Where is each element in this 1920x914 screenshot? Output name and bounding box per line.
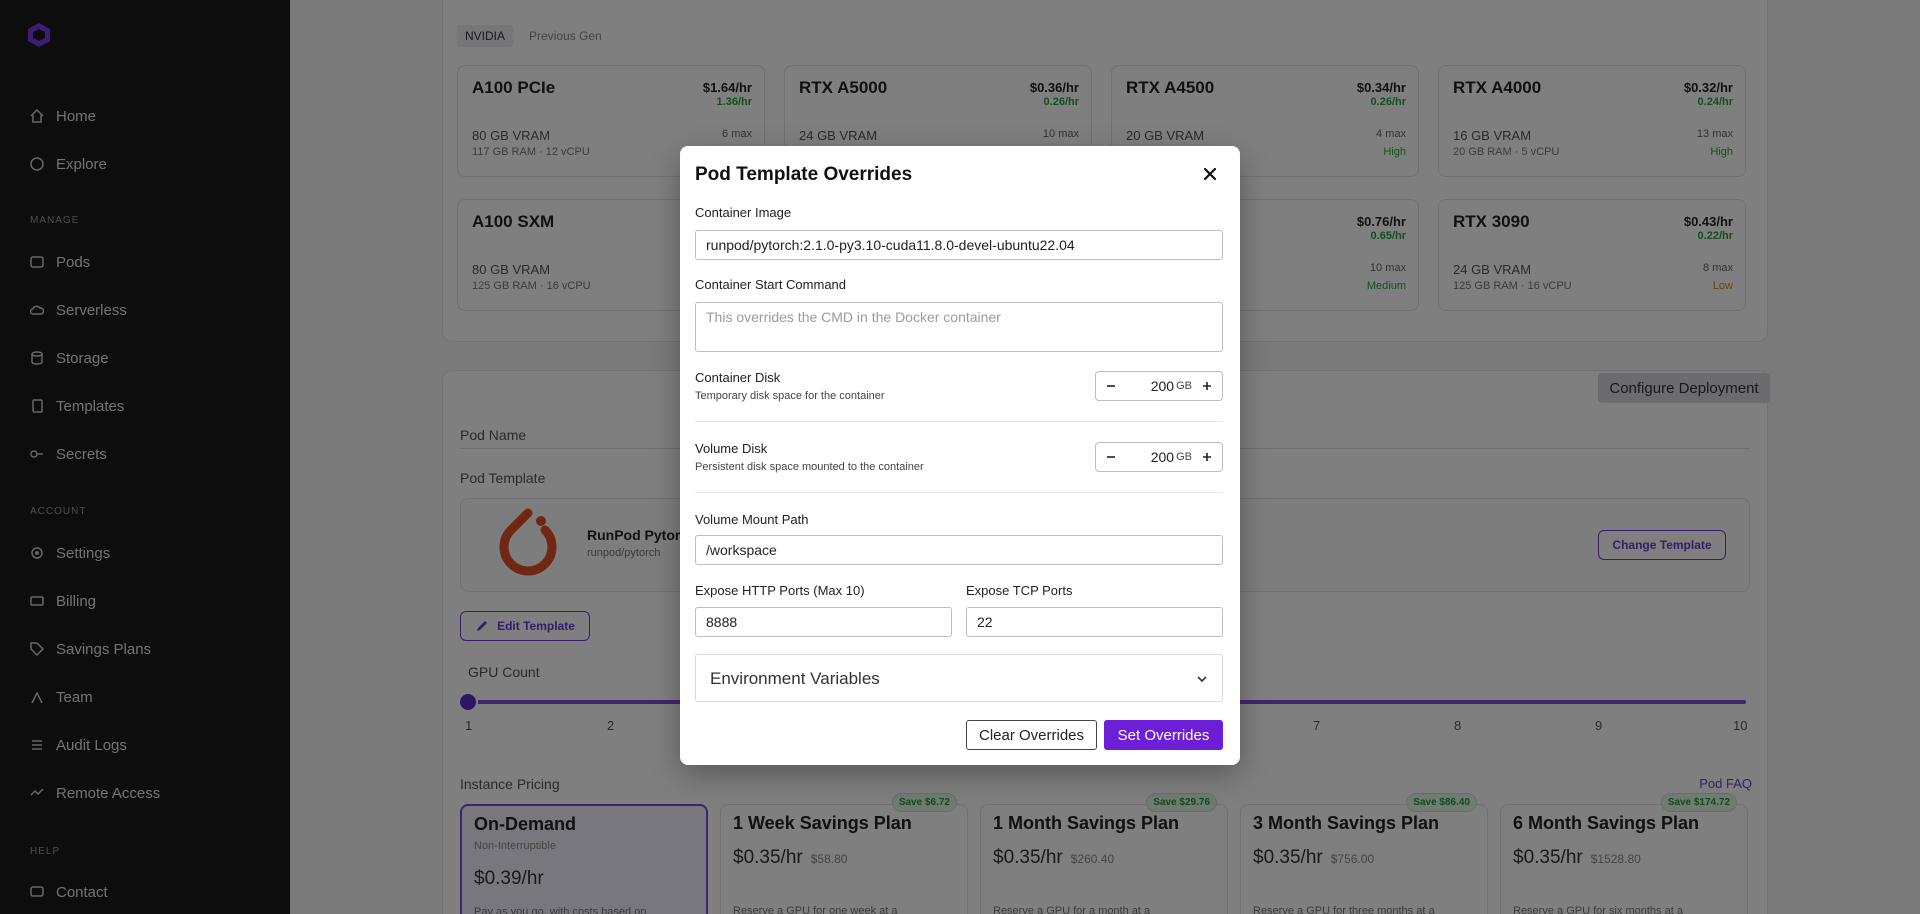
minus-icon [1107,456,1115,458]
environment-variables-label: Environment Variables [710,669,880,688]
clear-overrides-button[interactable]: Clear Overrides [966,720,1097,750]
container-disk-stepper: 200 GB [1095,371,1223,401]
minus-icon [1107,385,1115,387]
volume-disk-value[interactable]: 200 [1126,449,1174,465]
pod-template-overrides-modal: Pod Template Overrides Container Image C… [680,146,1240,765]
start-command-input[interactable] [695,302,1223,352]
container-image-label: Container Image [695,205,792,220]
container-disk-description: Temporary disk space for the container [695,390,885,402]
volume-mount-label: Volume Mount Path [695,512,809,527]
start-command-label: Container Start Command [695,277,847,292]
divider [695,421,1223,422]
increment-button[interactable] [1192,372,1222,400]
disk-unit: GB [1176,451,1192,463]
decrement-button[interactable] [1096,372,1126,400]
divider [695,492,1223,493]
chevron-down-icon [1197,676,1207,683]
disk-unit: GB [1176,380,1192,392]
container-disk-label: Container Disk [695,370,781,385]
volume-mount-input[interactable] [695,535,1223,565]
increment-button[interactable] [1192,443,1222,471]
environment-variables-accordion[interactable]: Environment Variables [695,654,1223,702]
plus-icon [1203,453,1211,461]
decrement-button[interactable] [1096,443,1126,471]
modal-title: Pod Template Overrides [695,164,913,185]
volume-disk-label: Volume Disk [695,441,768,456]
tcp-ports-label: Expose TCP Ports [966,583,1073,598]
plus-icon [1203,382,1211,390]
volume-disk-stepper: 200 GB [1095,442,1223,472]
volume-disk-description: Persistent disk space mounted to the con… [695,461,924,473]
set-overrides-button[interactable]: Set Overrides [1104,720,1223,750]
container-image-input[interactable] [695,230,1223,260]
container-disk-value[interactable]: 200 [1126,378,1174,394]
tcp-ports-input[interactable] [966,607,1223,637]
http-ports-input[interactable] [695,607,952,637]
http-ports-label: Expose HTTP Ports (Max 10) [695,583,865,598]
close-icon[interactable] [1202,166,1218,182]
